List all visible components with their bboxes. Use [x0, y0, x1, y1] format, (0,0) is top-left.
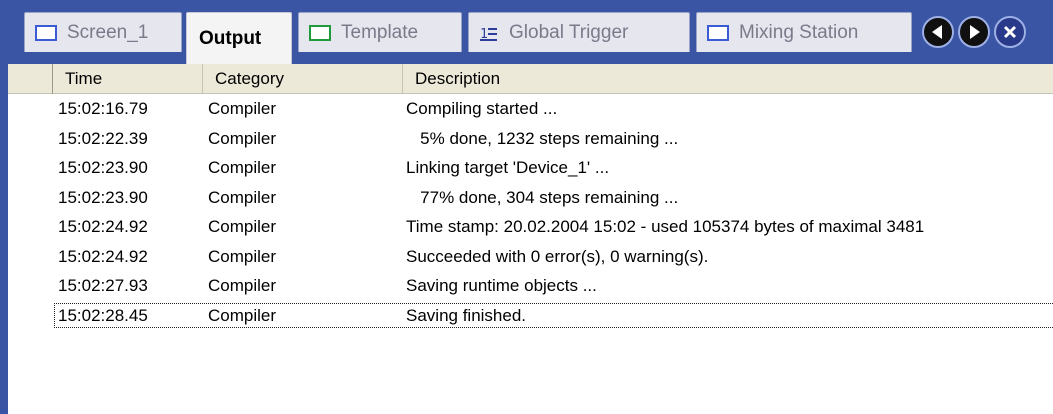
table-row-selected[interactable]: 15:02:28.45 Compiler Saving finished. — [8, 301, 1053, 331]
tab-mixing-station[interactable]: Mixing Station — [696, 12, 912, 52]
time-cell: 15:02:16.79 — [58, 99, 148, 118]
category-cell: Compiler — [208, 217, 277, 236]
category-cell: Compiler — [208, 246, 277, 266]
time-cell: 15:02:27.93 — [58, 276, 148, 295]
tab-bar: Screen_1 Output Template 1 Global Trigge… — [8, 0, 1053, 64]
table-row[interactable]: 15:02:22.39 Compiler 5% done, 1232 steps… — [8, 124, 1053, 154]
close-tab-button[interactable] — [994, 16, 1026, 48]
time-cell: 15:02:24.92 — [58, 217, 148, 236]
tab-label: Template — [341, 21, 419, 43]
description-cell: Saving runtime objects ... — [406, 276, 597, 295]
prev-tab-button[interactable] — [922, 16, 954, 48]
table-row[interactable]: 15:02:23.90 Compiler 77% done, 304 steps… — [8, 183, 1053, 213]
screen-icon — [35, 24, 57, 41]
category-cell: Compiler — [208, 305, 277, 325]
table-row[interactable]: 15:02:27.93 Compiler Saving runtime obje… — [8, 271, 1053, 301]
tab-label: Screen_1 — [67, 21, 149, 43]
table-row[interactable]: 15:02:23.90 Compiler Linking target 'Dev… — [8, 153, 1053, 183]
description-cell: Linking target 'Device_1' ... — [406, 158, 610, 177]
panel-left-edge — [0, 0, 8, 414]
next-tab-button[interactable] — [958, 16, 990, 48]
time-cell: 15:02:22.39 — [58, 128, 148, 148]
column-header-category[interactable]: Category — [202, 64, 402, 94]
screen-icon — [707, 24, 729, 41]
column-header-description[interactable]: Description — [402, 64, 1053, 94]
output-table-body: 15:02:16.79 Compiler Compiling started .… — [8, 94, 1053, 330]
left-arrow-icon — [932, 25, 942, 39]
category-cell: Compiler — [208, 187, 277, 207]
time-cell: 15:02:23.90 — [58, 158, 148, 177]
description-cell: Saving finished. — [406, 305, 527, 325]
table-row[interactable]: 15:02:16.79 Compiler Compiling started .… — [8, 94, 1053, 124]
description-cell: 5% done, 1232 steps remaining ... — [406, 128, 679, 148]
description-cell: 77% done, 304 steps remaining ... — [406, 187, 679, 207]
time-cell: 15:02:23.90 — [58, 187, 148, 207]
tab-label: Mixing Station — [739, 21, 859, 43]
tab-label: Global Trigger — [509, 21, 629, 43]
description-cell: Succeeded with 0 error(s), 0 warning(s). — [406, 246, 709, 266]
output-table-header: Time Category Description — [8, 64, 1053, 94]
category-cell: Compiler — [208, 128, 277, 148]
right-arrow-icon — [970, 25, 980, 39]
time-cell: 15:02:28.45 — [58, 305, 148, 325]
table-row[interactable]: 15:02:24.92 Compiler Time stamp: 20.02.2… — [8, 212, 1053, 242]
focus-rectangle — [54, 302, 1053, 328]
category-cell: Compiler — [208, 99, 277, 118]
output-panel: Time Category Description 15:02:16.79 Co… — [8, 64, 1053, 414]
trigger-list-icon: 1 — [479, 23, 499, 43]
description-cell: Compiling started ... — [406, 99, 558, 118]
tab-output[interactable]: Output — [186, 12, 292, 64]
tab-label: Output — [199, 27, 262, 49]
template-icon — [309, 24, 331, 41]
column-header-time[interactable]: Time — [52, 64, 202, 94]
tab-global-trigger[interactable]: 1 Global Trigger — [468, 12, 690, 52]
description-cell: Time stamp: 20.02.2004 15:02 - used 1053… — [406, 217, 925, 236]
category-cell: Compiler — [208, 276, 277, 295]
tab-template[interactable]: Template — [298, 12, 462, 52]
table-row[interactable]: 15:02:24.92 Compiler Succeeded with 0 er… — [8, 242, 1053, 272]
close-icon — [1003, 25, 1017, 39]
time-cell: 15:02:24.92 — [58, 246, 148, 266]
category-cell: Compiler — [208, 158, 277, 177]
tab-screen-1[interactable]: Screen_1 — [24, 12, 182, 52]
